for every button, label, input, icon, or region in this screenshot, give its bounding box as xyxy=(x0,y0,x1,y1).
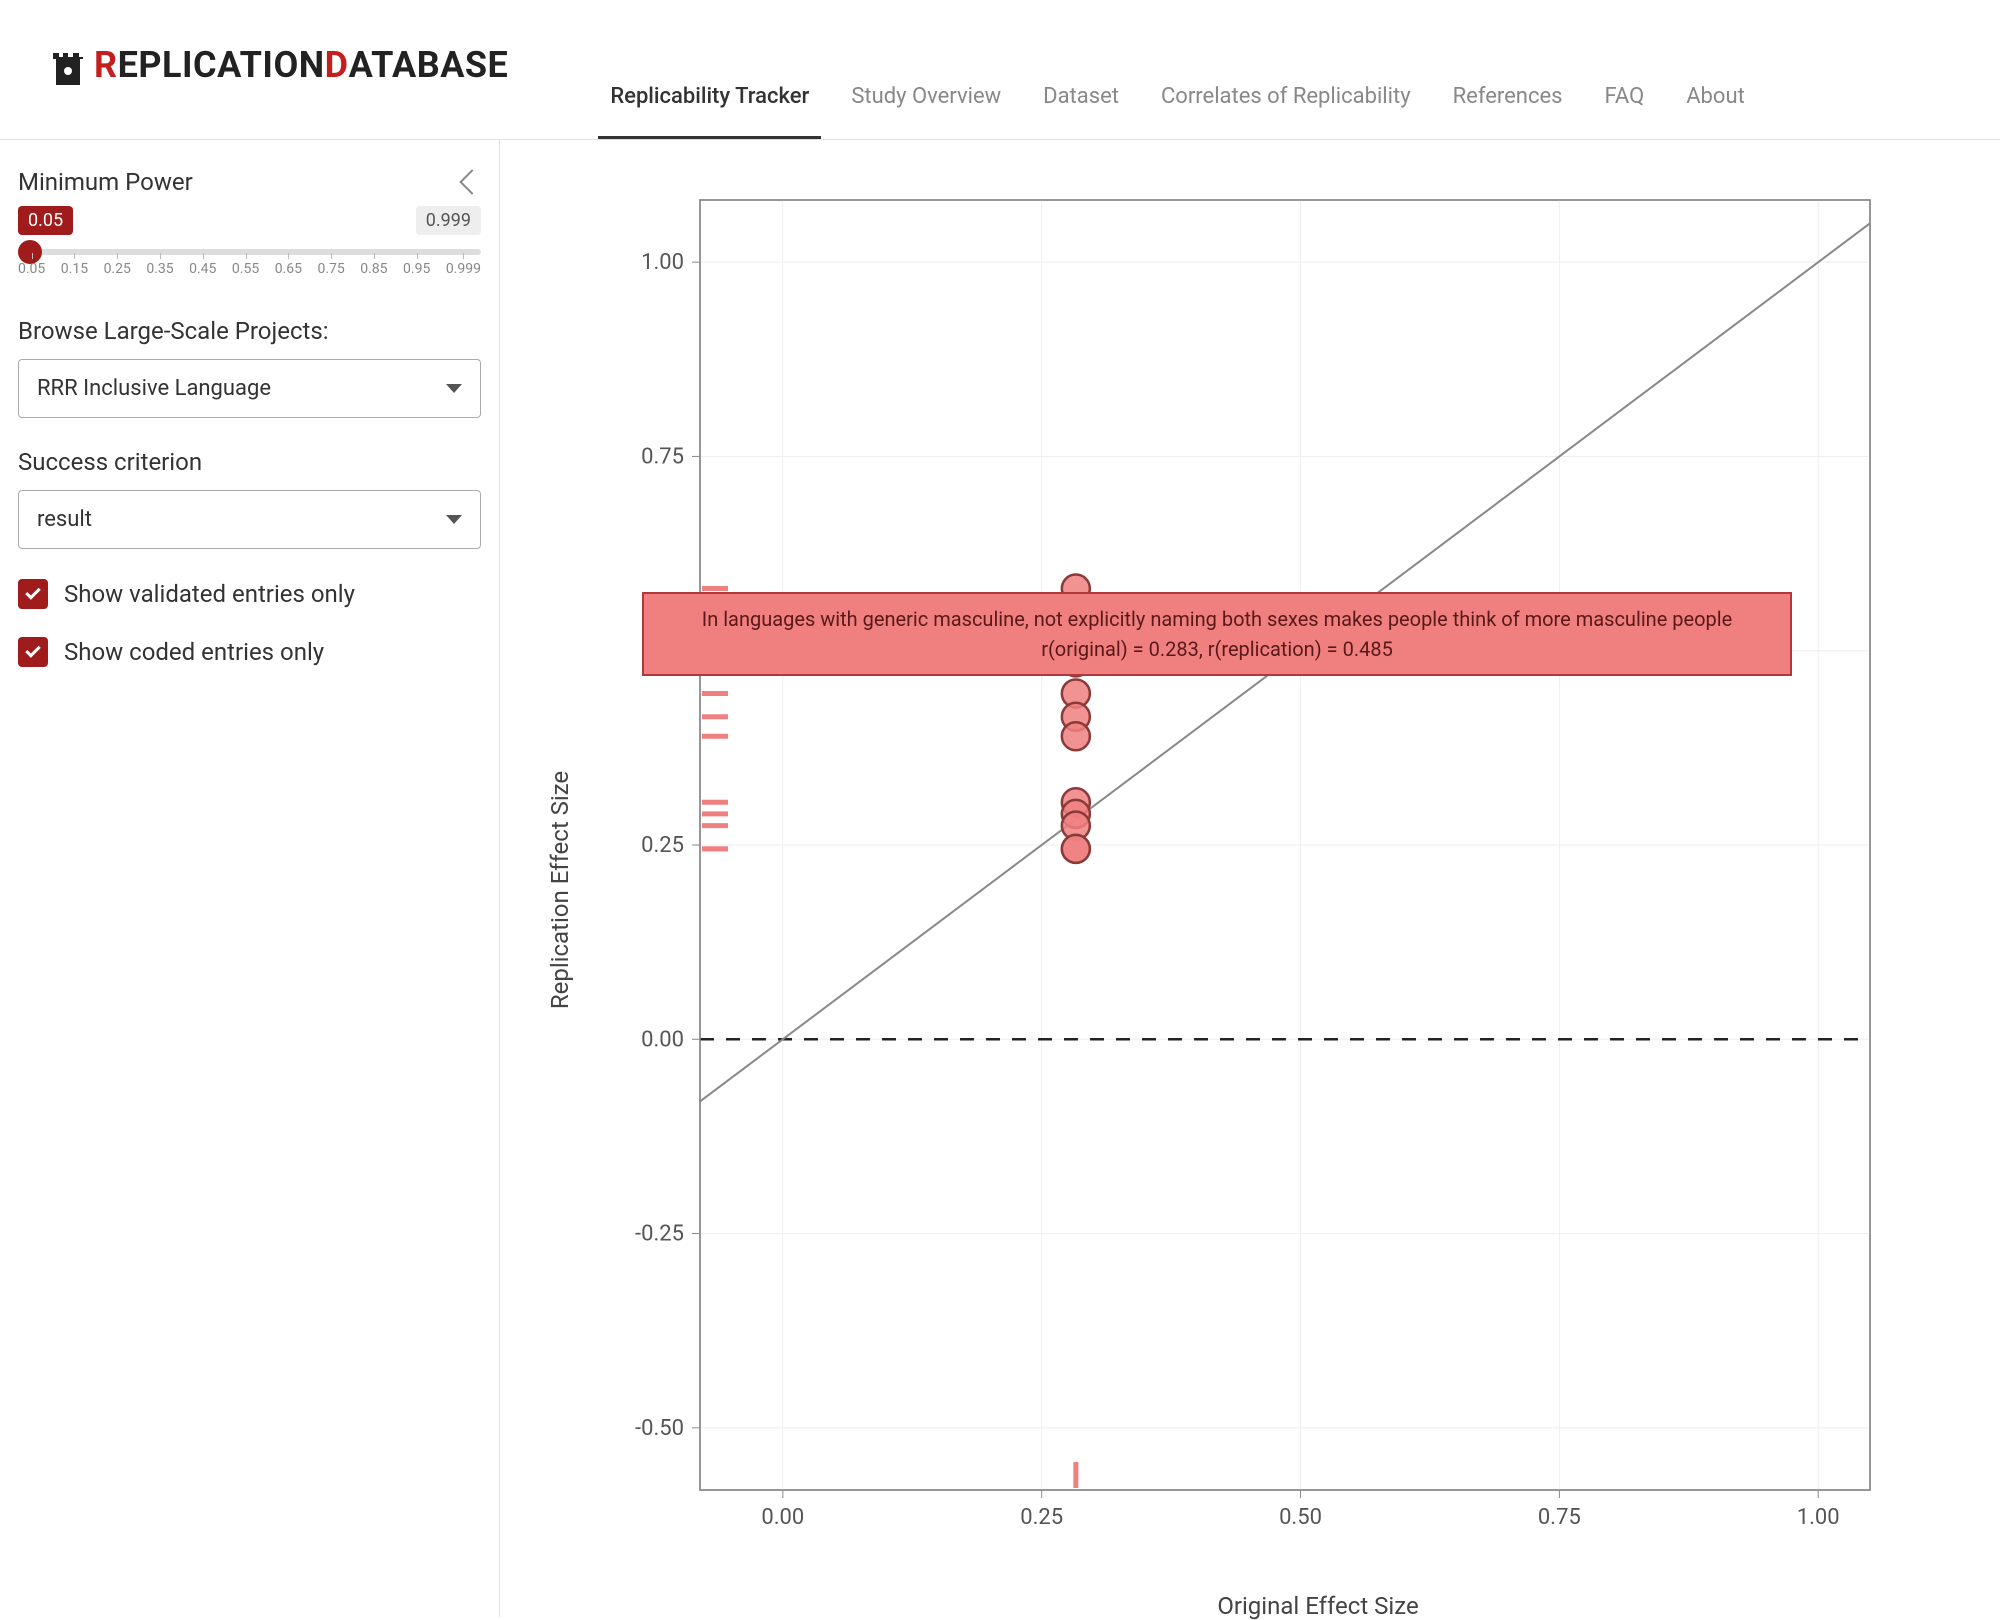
cb-coded-row: Show coded entries only xyxy=(18,637,481,667)
tooltip: In languages with generic masculine, not… xyxy=(642,592,1792,676)
tab-replicability-tracker[interactable]: Replicability Tracker xyxy=(608,84,811,139)
logo-text-d: D xyxy=(325,44,349,86)
svg-text:0.25: 0.25 xyxy=(1020,1505,1063,1530)
logo-text-eplication: EPLICATION xyxy=(118,44,325,86)
cb-validated[interactable] xyxy=(18,579,48,609)
tab-references[interactable]: References xyxy=(1451,84,1565,139)
slider-value-badge: 0.05 xyxy=(18,206,73,235)
min-power-slider: 0.05 0.999 0.05 0.15 0.25 0.35 0.45 0.55… xyxy=(18,206,481,277)
y-axis-label: Replication Effect Size xyxy=(546,771,574,1009)
svg-text:1.00: 1.00 xyxy=(1797,1505,1840,1530)
main: Minimum Power 0.05 0.999 0.05 0.15 0.25 … xyxy=(0,140,2000,1617)
browse-label: Browse Large-Scale Projects: xyxy=(18,317,481,345)
tab-faq[interactable]: FAQ xyxy=(1603,84,1647,139)
cb-coded-label: Show coded entries only xyxy=(64,638,324,666)
x-axis-label: Original Effect Size xyxy=(1217,1592,1418,1620)
tick: 0.45 xyxy=(189,261,216,277)
logo-text-r: R xyxy=(94,44,118,86)
slider-max-badge: 0.999 xyxy=(416,206,481,235)
check-icon xyxy=(25,642,41,658)
chevron-left-icon[interactable] xyxy=(459,169,484,194)
cb-coded[interactable] xyxy=(18,637,48,667)
min-power-label: Minimum Power xyxy=(18,168,193,196)
sidebar: Minimum Power 0.05 0.999 0.05 0.15 0.25 … xyxy=(0,140,500,1617)
svg-text:0.00: 0.00 xyxy=(761,1505,804,1530)
header: REPLICATION DATABASE Replicability Track… xyxy=(0,0,2000,140)
svg-text:0.75: 0.75 xyxy=(641,444,684,469)
tab-dataset[interactable]: Dataset xyxy=(1041,84,1121,139)
criterion-select-value: result xyxy=(37,507,92,532)
logo-text-atabase: ATABASE xyxy=(349,44,509,86)
svg-text:-0.25: -0.25 xyxy=(635,1222,684,1247)
tick: 0.65 xyxy=(275,261,302,277)
chart: Replication Effect Size 0.000.250.500.75… xyxy=(570,170,1930,1610)
criterion-label: Success criterion xyxy=(18,448,481,476)
nav-tabs: Replicability Tracker Study Overview Dat… xyxy=(608,20,1746,139)
svg-text:0.75: 0.75 xyxy=(1538,1505,1581,1530)
criterion-select[interactable]: result xyxy=(18,490,481,549)
tower-icon xyxy=(50,45,86,85)
slider-ticks: 0.05 0.15 0.25 0.35 0.45 0.55 0.65 0.75 … xyxy=(18,261,481,277)
tab-study-overview[interactable]: Study Overview xyxy=(849,84,1003,139)
check-icon xyxy=(25,584,41,600)
project-select[interactable]: RRR Inclusive Language xyxy=(18,359,481,418)
logo: REPLICATION DATABASE xyxy=(50,44,508,86)
tick: 0.25 xyxy=(104,261,131,277)
caret-down-icon xyxy=(446,384,462,393)
slider-track[interactable] xyxy=(18,249,481,255)
tooltip-line1: In languages with generic masculine, not… xyxy=(656,604,1778,634)
tick: 0.35 xyxy=(146,261,173,277)
tick: 0.85 xyxy=(360,261,387,277)
svg-text:0.50: 0.50 xyxy=(1279,1505,1322,1530)
svg-text:0.25: 0.25 xyxy=(641,833,684,858)
tick: 0.95 xyxy=(403,261,430,277)
min-power-header: Minimum Power xyxy=(18,168,481,196)
tab-about[interactable]: About xyxy=(1684,84,1747,139)
tick: 0.75 xyxy=(317,261,344,277)
cb-validated-row: Show validated entries only xyxy=(18,579,481,609)
svg-text:1.00: 1.00 xyxy=(641,250,684,275)
tooltip-line2: r(original) = 0.283, r(replication) = 0.… xyxy=(656,634,1778,664)
svg-text:-0.50: -0.50 xyxy=(635,1416,684,1441)
tick: 0.15 xyxy=(61,261,88,277)
caret-down-icon xyxy=(446,515,462,524)
content: Replication Effect Size 0.00 0.25 0.50 0.75… xyxy=(500,140,2000,1617)
tick: 0.55 xyxy=(232,261,259,277)
tick: 0.999 xyxy=(446,261,481,277)
tab-correlates[interactable]: Correlates of Replicability xyxy=(1159,84,1413,139)
project-select-value: RRR Inclusive Language xyxy=(37,376,271,401)
scatter-plot[interactable]: 0.00 0.25 0.50 0.75 1.00 -0.50 -0.25 0.00 0.25 0.… xyxy=(630,170,1890,1570)
svg-text:0.00: 0.00 xyxy=(641,1027,684,1052)
cb-validated-label: Show validated entries only xyxy=(64,580,355,608)
tick: 0.05 xyxy=(18,261,45,277)
